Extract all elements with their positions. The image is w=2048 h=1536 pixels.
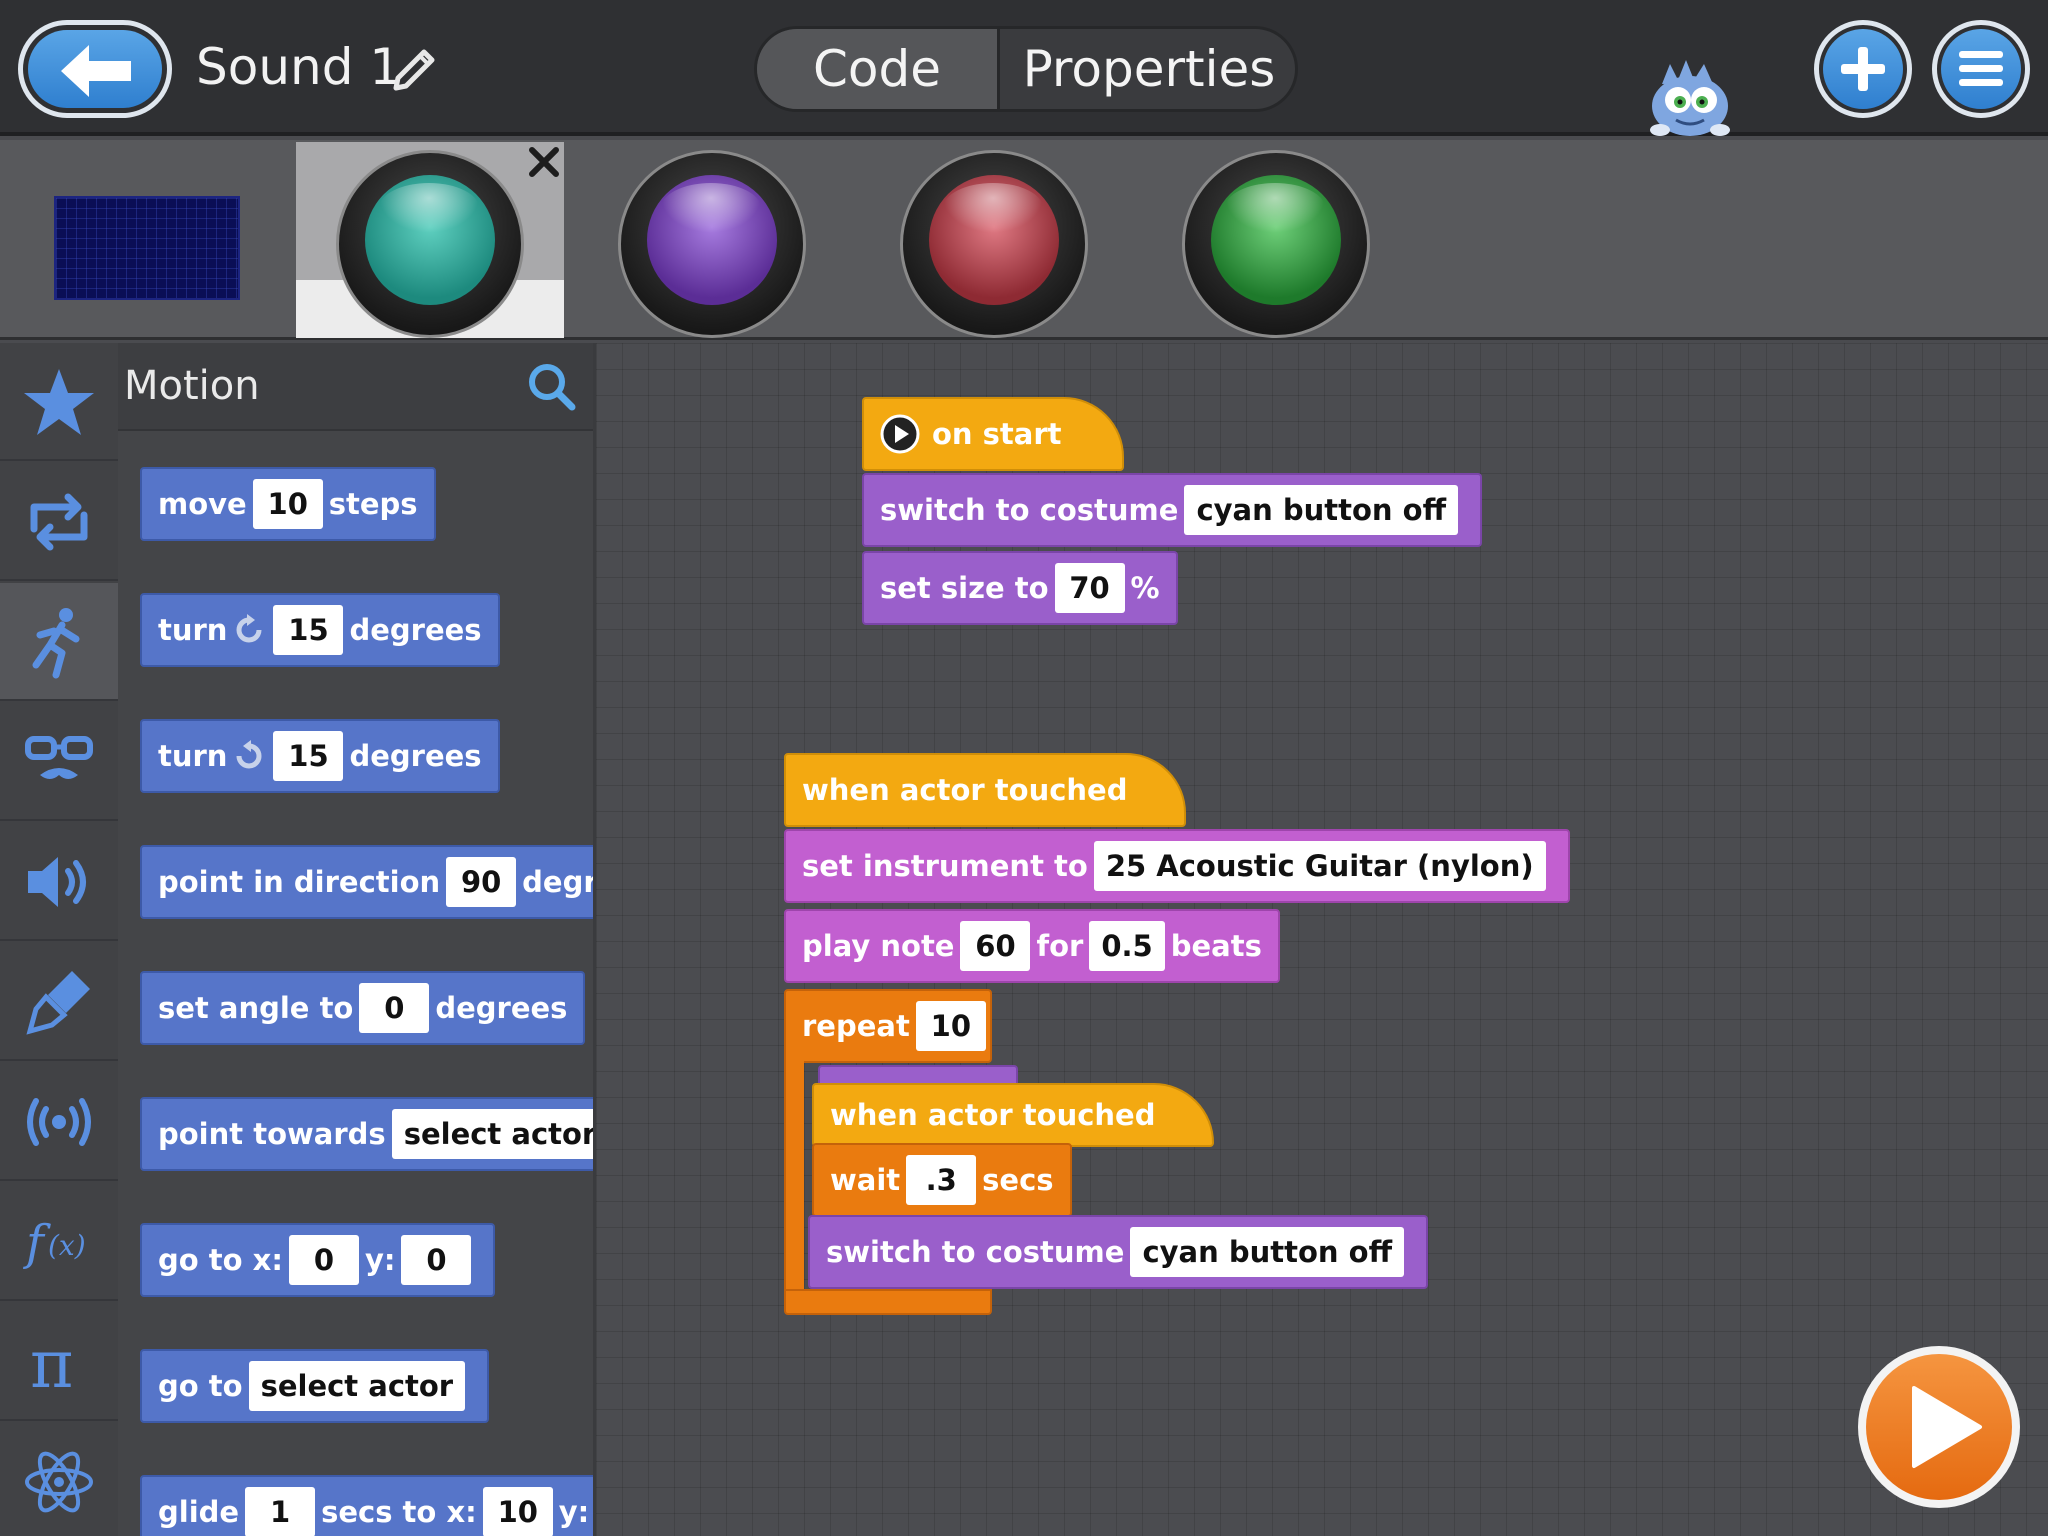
tab-properties[interactable]: Properties <box>997 29 1295 109</box>
repeat-block-foot <box>784 1289 992 1315</box>
plus-icon <box>1841 47 1885 91</box>
palette-category-title: Motion <box>124 363 260 409</box>
function-fx-icon: f (x) <box>23 1215 86 1271</box>
repeat-count-input[interactable]: 10 <box>915 1001 986 1051</box>
palette-block-move[interactable]: move 10 steps <box>140 467 436 541</box>
edit-pencil-icon[interactable] <box>390 42 442 94</box>
instrument-select[interactable]: 25 Acoustic Guitar (nylon) <box>1093 841 1546 891</box>
stage-thumbnail[interactable] <box>54 196 240 300</box>
palette-block-set-angle[interactable]: set angle to 0 degrees <box>140 971 586 1045</box>
play-note-block[interactable]: play note 60 for 0.5 beats <box>784 909 1280 983</box>
go-to-x-input[interactable]: 0 <box>288 1235 359 1285</box>
size-input[interactable]: 70 <box>1054 563 1125 613</box>
wait-block[interactable]: wait .3 secs <box>812 1143 1072 1217</box>
palette-block-turn-left[interactable]: turn 15 degrees <box>140 719 500 793</box>
direction-input[interactable]: 90 <box>446 857 517 907</box>
repeat-block-header: repeat 10 <box>784 989 992 1063</box>
menu-button[interactable] <box>1932 20 2030 118</box>
run-project-button[interactable] <box>1858 1346 2020 1508</box>
back-arrow-icon <box>61 45 131 97</box>
category-math[interactable]: π <box>0 1303 118 1421</box>
angle-input[interactable]: 0 <box>359 983 430 1033</box>
on-start-hat-block[interactable]: on start <box>862 397 1124 471</box>
code-canvas[interactable]: on start switch to costume cyan button o… <box>596 343 2048 1536</box>
category-looks[interactable] <box>0 703 118 821</box>
palette-block-turn-right[interactable]: turn 15 degrees <box>140 593 500 667</box>
switch-costume-block[interactable]: switch to costume cyan button off <box>862 473 1483 547</box>
running-man-icon <box>32 608 80 679</box>
pen-nib-icon <box>26 971 90 1035</box>
star-icon <box>24 369 94 435</box>
view-toggle: Code Properties <box>754 26 1298 112</box>
rotate-counterclockwise-icon <box>236 740 262 769</box>
add-button[interactable] <box>1814 20 1912 118</box>
svg-text:f: f <box>23 1215 51 1271</box>
actor-strip: button <box>0 140 2048 340</box>
atom-icon <box>25 1451 93 1513</box>
set-instrument-block[interactable]: set instrument to 25 Acoustic Guitar (ny… <box>784 829 1570 903</box>
category-control[interactable] <box>0 463 118 581</box>
go-to-actor-select[interactable]: select actor <box>248 1361 466 1411</box>
palette-block-point-in-direction[interactable]: point in direction 90 degrees <box>140 845 593 919</box>
pi-icon: π <box>30 1326 73 1399</box>
glide-x-input[interactable]: 10 <box>482 1487 553 1536</box>
costume-select[interactable]: cyan button off <box>1184 485 1459 535</box>
block-palette: Motion move 10 steps turn 15 degrees tur… <box>118 343 596 1536</box>
play-circle-icon <box>880 414 920 454</box>
play-icon <box>1912 1386 1982 1468</box>
palette-block-go-to-xy[interactable]: go to x: 0 y: 0 <box>140 1223 496 1297</box>
actor-orb-purple[interactable] <box>618 150 806 338</box>
project-title: Sound 1 <box>196 38 402 96</box>
palette-block-point-towards[interactable]: point towards select actor <box>140 1097 593 1171</box>
turn-left-degrees-input[interactable]: 15 <box>273 731 344 781</box>
when-actor-touched-hat-block[interactable]: when actor touched <box>784 753 1186 827</box>
category-broadcast[interactable] <box>0 1063 118 1181</box>
search-icon[interactable] <box>526 361 578 413</box>
inner-when-actor-touched-hat-block[interactable]: when actor touched <box>812 1083 1214 1147</box>
broadcast-icon <box>27 1098 91 1146</box>
move-steps-input[interactable]: 10 <box>252 479 323 529</box>
close-icon[interactable] <box>526 144 562 180</box>
back-button[interactable] <box>18 20 172 118</box>
glide-secs-input[interactable]: 1 <box>245 1487 316 1536</box>
category-pen[interactable] <box>0 943 118 1061</box>
category-physics[interactable] <box>0 1423 118 1536</box>
loop-icon <box>30 493 88 551</box>
actor-orb-teal[interactable] <box>336 150 524 338</box>
inner-costume-select[interactable]: cyan button off <box>1130 1227 1405 1277</box>
palette-block-glide[interactable]: glide 1 secs to x: 10 y: 0 <box>140 1475 593 1536</box>
palette-block-go-to-actor[interactable]: go to select actor <box>140 1349 490 1423</box>
monster-mascot-icon[interactable] <box>1642 56 1738 140</box>
beats-input[interactable]: 0.5 <box>1089 921 1165 971</box>
hamburger-menu-icon <box>1959 51 2003 86</box>
point-towards-actor-select[interactable]: select actor <box>391 1109 593 1159</box>
actor-orb-red[interactable] <box>900 150 1088 338</box>
rotate-clockwise-icon <box>236 614 262 643</box>
wait-seconds-input[interactable]: .3 <box>906 1155 977 1205</box>
go-to-y-input[interactable]: 0 <box>401 1235 472 1285</box>
top-bar: Sound 1 Code Properties <box>0 0 2048 136</box>
disguise-glasses-icon <box>25 736 93 779</box>
repeat-block-arm <box>784 1059 804 1303</box>
inner-switch-costume-block[interactable]: switch to costume cyan button off <box>808 1215 1429 1289</box>
svg-text:π: π <box>30 1326 73 1399</box>
actor-orb-green[interactable] <box>1182 150 1370 338</box>
note-input[interactable]: 60 <box>960 921 1031 971</box>
category-favorites[interactable] <box>0 343 118 461</box>
speaker-icon <box>28 857 86 907</box>
category-sound[interactable] <box>0 823 118 941</box>
palette-header: Motion <box>118 343 593 431</box>
set-size-block[interactable]: set size to 70 % <box>862 551 1178 625</box>
category-functions[interactable]: f (x) <box>0 1183 118 1301</box>
turn-right-degrees-input[interactable]: 15 <box>273 605 344 655</box>
category-bar: f (x) π <box>0 343 118 1536</box>
category-motion[interactable] <box>0 583 118 701</box>
tab-code[interactable]: Code <box>757 29 997 109</box>
svg-text:(x): (x) <box>48 1229 86 1262</box>
